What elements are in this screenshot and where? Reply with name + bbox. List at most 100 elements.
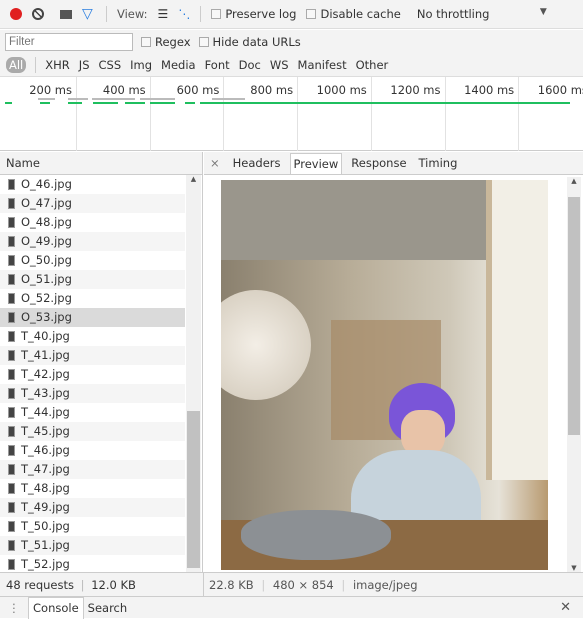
request-name: T_40.jpg [21, 329, 70, 343]
hide-data-urls-label: Hide data URLs [212, 35, 301, 49]
divider [106, 6, 107, 22]
image-file-icon [8, 274, 15, 285]
type-filter-all[interactable]: All [6, 57, 27, 73]
timeline-waiting-bar [38, 98, 55, 100]
type-filter-other[interactable]: Other [356, 58, 389, 72]
status-bar: 48 requests | 12.0 KB transferred 22.8 K… [0, 572, 583, 616]
regex-checkbox[interactable]: Regex [141, 35, 191, 49]
mime-type: image/jpeg [352, 577, 418, 592]
timeline-tick-label: 200 ms [29, 83, 72, 97]
type-filter-js[interactable]: JS [79, 58, 90, 72]
preserve-log-checkbox[interactable]: Preserve log [211, 7, 296, 21]
tab-headers[interactable]: Headers [230, 153, 284, 173]
drawer-menu-icon[interactable]: ⋮ [0, 601, 28, 615]
divider [35, 57, 37, 73]
throttling-value: No throttling [416, 7, 490, 21]
request-name: T_49.jpg [21, 500, 70, 514]
type-filter-img[interactable]: Img [130, 58, 152, 72]
request-row[interactable]: T_49.jpg [0, 498, 185, 517]
request-row[interactable]: T_44.jpg [0, 403, 185, 422]
type-filter-manifest[interactable]: Manifest [298, 58, 347, 72]
tab-timing[interactable]: Timing [416, 153, 461, 173]
timeline-tick-label: 400 ms [102, 83, 146, 97]
preview-scrollbar[interactable]: ▲ ▼ [567, 177, 581, 572]
detail-tabs: × Headers Preview Response Timing [204, 152, 583, 175]
large-rows-icon[interactable]: ☰ [158, 7, 169, 21]
preview-scroll-thumb[interactable] [568, 197, 580, 435]
close-icon[interactable]: × [210, 156, 220, 170]
image-file-icon [8, 350, 15, 361]
request-row[interactable]: T_50.jpg [0, 517, 185, 536]
disable-cache-label: Disable cache [320, 7, 401, 21]
request-row[interactable]: O_50.jpg [0, 251, 185, 270]
image-file-icon [8, 236, 15, 247]
waterfall-icon[interactable]: ⋱ [178, 7, 190, 21]
type-filter-xhr[interactable]: XHR [45, 58, 70, 72]
request-row[interactable]: T_40.jpg [0, 327, 185, 346]
chevron-down-icon: ▼ [539, 7, 547, 17]
list-scrollbar[interactable]: ▲ [186, 175, 201, 572]
image-file-icon [8, 502, 15, 513]
image-file-icon [8, 559, 15, 570]
request-name: O_47.jpg [21, 196, 72, 210]
request-name: O_50.jpg [21, 253, 72, 267]
drawer-tab-console[interactable]: Console [28, 596, 84, 619]
timeline-gridline [297, 77, 299, 151]
preview-cat [241, 510, 391, 560]
request-row[interactable]: O_53.jpg [0, 308, 185, 327]
filter-icon[interactable]: ▽ [82, 7, 96, 21]
request-row[interactable]: O_48.jpg [0, 213, 185, 232]
request-name: T_51.jpg [21, 538, 70, 552]
type-filter-doc[interactable]: Doc [239, 58, 261, 72]
throttling-select[interactable]: No throttling ▼ [417, 7, 547, 21]
timeline-overview[interactable]: 200 ms 400 ms 600 ms 800 ms 1000 ms 1200 ms 14… [0, 77, 583, 151]
image-file-icon [8, 179, 15, 190]
scroll-down-icon[interactable]: ▼ [567, 564, 581, 572]
camera-icon[interactable] [60, 9, 72, 19]
request-name: T_41.jpg [21, 348, 70, 362]
list-scroll-thumb[interactable] [187, 411, 200, 568]
scroll-up-icon[interactable]: ▲ [186, 175, 201, 183]
request-row[interactable]: T_46.jpg [0, 441, 185, 460]
request-row[interactable]: T_45.jpg [0, 422, 185, 441]
request-row[interactable]: T_41.jpg [0, 346, 185, 365]
request-row[interactable]: O_51.jpg [0, 270, 185, 289]
timeline-request-bar [5, 102, 12, 104]
request-row[interactable]: O_46.jpg [0, 175, 185, 194]
name-column-header[interactable]: Name [0, 152, 202, 175]
timeline-request-bar [200, 102, 570, 104]
request-row[interactable]: T_51.jpg [0, 536, 185, 555]
filter-input[interactable] [5, 33, 133, 51]
image-file-icon [8, 388, 15, 399]
drawer: ⋮ Console Search ✕ [0, 596, 583, 619]
request-name: T_44.jpg [21, 405, 70, 419]
type-filter-css[interactable]: CSS [99, 58, 122, 72]
request-row[interactable]: T_47.jpg [0, 460, 185, 479]
request-row[interactable]: O_47.jpg [0, 194, 185, 213]
hide-data-urls-checkbox[interactable]: Hide data URLs [198, 35, 301, 49]
drawer-tab-search[interactable]: Search [84, 598, 132, 618]
type-filter-ws[interactable]: WS [270, 58, 289, 72]
image-file-icon [8, 521, 15, 532]
tab-preview[interactable]: Preview [289, 152, 343, 174]
request-row[interactable]: T_42.jpg [0, 365, 185, 384]
request-name: O_51.jpg [21, 272, 72, 286]
timeline-request-bar [68, 102, 82, 104]
timeline-request-bar [185, 102, 195, 104]
image-file-icon [8, 540, 15, 551]
request-list: Name O_46.jpg O_47.jpg O_48.jpg O_49.jpg O_5… [0, 152, 203, 572]
close-drawer-icon[interactable]: ✕ [560, 600, 571, 615]
request-row[interactable]: O_49.jpg [0, 232, 185, 251]
disable-cache-checkbox[interactable]: Disable cache [306, 7, 401, 21]
request-name: T_42.jpg [21, 367, 70, 381]
type-filter-font[interactable]: Font [205, 58, 230, 72]
request-row[interactable]: T_48.jpg [0, 479, 185, 498]
record-icon[interactable] [10, 8, 22, 20]
type-filter-media[interactable]: Media [161, 58, 196, 72]
image-size: 22.8 KB [209, 577, 254, 592]
scroll-up-icon[interactable]: ▲ [567, 177, 581, 185]
request-row[interactable]: T_43.jpg [0, 384, 185, 403]
clear-icon[interactable] [32, 8, 44, 20]
tab-response[interactable]: Response [348, 153, 409, 173]
request-row[interactable]: O_52.jpg [0, 289, 185, 308]
